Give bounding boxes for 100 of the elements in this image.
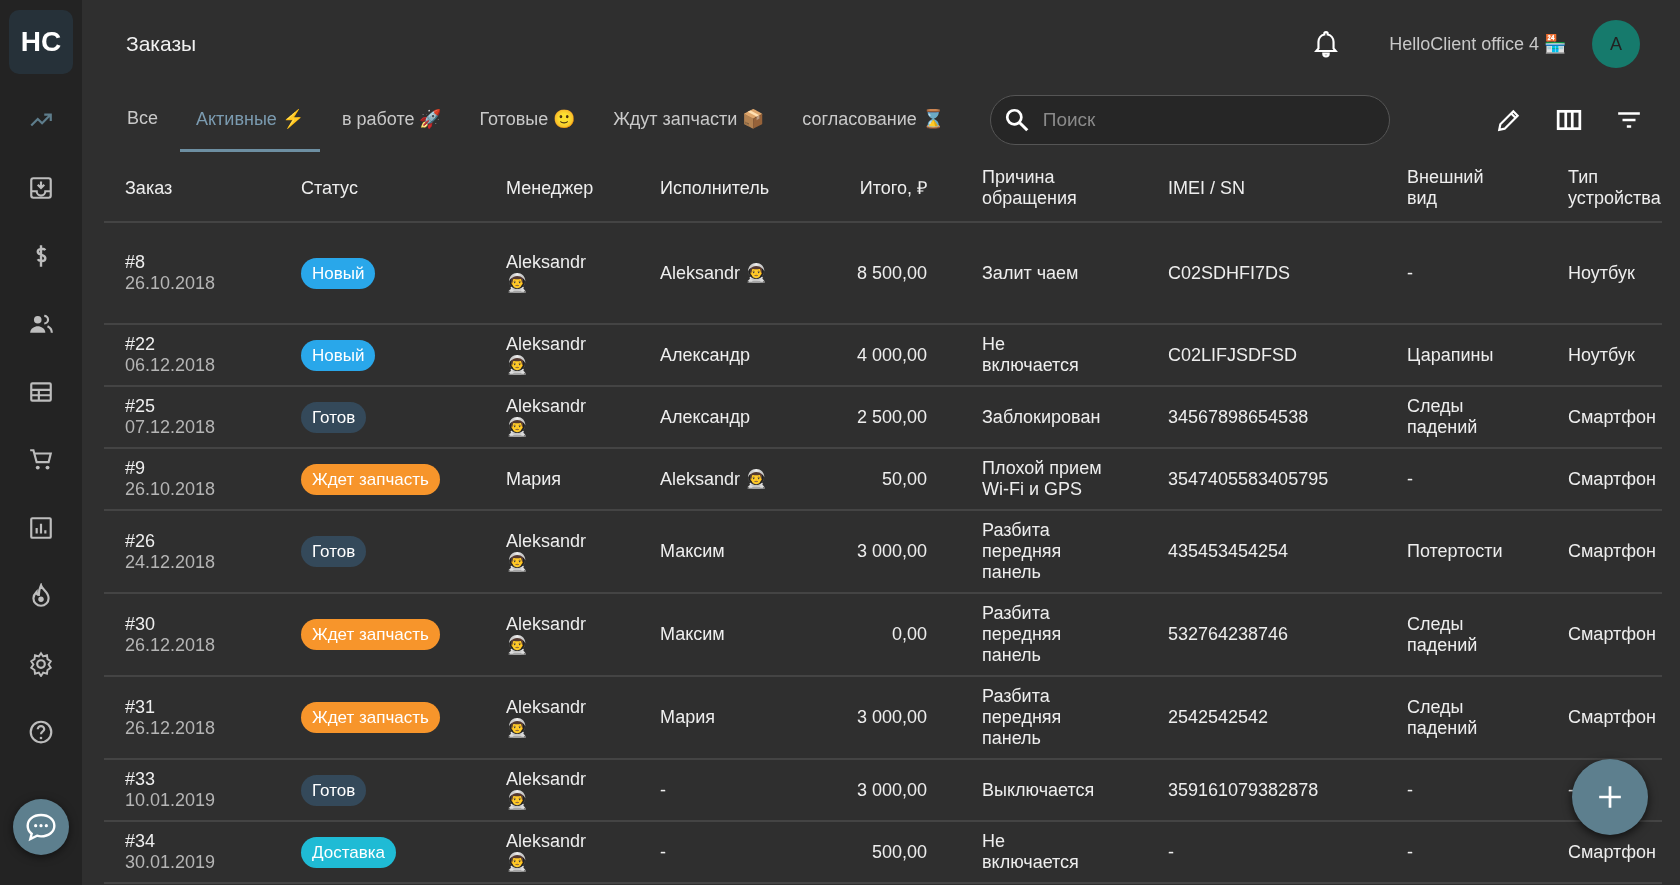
bar-chart-icon[interactable] [28, 515, 54, 541]
order-number: #8 [125, 252, 146, 273]
inbox-icon[interactable] [28, 175, 54, 201]
table-cell: Не включается [982, 334, 1079, 376]
table-cell: Залит чаем [982, 262, 1079, 284]
plus-icon [1597, 784, 1623, 810]
table-cell: Разбита передняя панель [982, 603, 1062, 666]
table-cell: 50,00 [881, 468, 927, 490]
table-cell-text: Aleksandr 👨‍🚀 [506, 769, 588, 811]
table-cell: Мария [660, 707, 716, 728]
app-logo[interactable]: HC [9, 10, 73, 74]
table-cell: C02LIFJSDFSD [1168, 344, 1298, 366]
table-cell: - [660, 779, 666, 801]
table-cell: Следы падений [1407, 613, 1478, 656]
table-cell-text: Aleksandr 👨‍🚀 [506, 613, 588, 656]
table-cell: Смартфон [1568, 707, 1656, 728]
table-cell: Максим [660, 624, 725, 645]
table-icon[interactable] [28, 379, 54, 405]
filter-tab[interactable]: Активные ⚡ [180, 88, 320, 152]
column-header: Заказ [125, 177, 173, 199]
column-header: Внешний вид [1407, 167, 1484, 209]
columns-icon[interactable] [1556, 107, 1582, 133]
help-icon[interactable] [28, 719, 54, 745]
table-cell: 359161079382878 [1168, 779, 1319, 801]
filter-tab[interactable]: Ждут запчасти 📦 [597, 88, 781, 152]
chat-icon [25, 812, 57, 842]
order-date: 26.10.2018 [125, 273, 216, 294]
table-cell: Смартфон [1568, 841, 1656, 863]
table-cell: 8 500,00 [856, 262, 927, 284]
cart-icon[interactable] [28, 447, 54, 473]
order-number: #33 [125, 769, 156, 790]
order-number: #31 [125, 696, 156, 718]
table-cell: Ноутбук [1568, 262, 1635, 284]
order-number: #26 [125, 530, 156, 552]
table-cell: 435453454254 [1168, 541, 1289, 562]
column-header: Статус [301, 177, 358, 199]
table-cell-text: Aleksandr 👨‍🚀 [506, 696, 588, 739]
column-header: Исполнитель [660, 177, 770, 199]
status-badge: Новый [301, 339, 376, 371]
order-date: 07.12.2018 [125, 417, 216, 438]
pencil-icon[interactable] [1496, 107, 1522, 133]
table-cell: Следы падений [1407, 396, 1478, 438]
table-cell: - [1168, 841, 1174, 863]
status-badge: Готов [301, 401, 367, 433]
table-cell: 4 000,00 [856, 344, 927, 366]
table-cell: Выключается [982, 779, 1095, 801]
table-cell: 2 500,00 [856, 406, 927, 428]
table-cell: Aleksandr 👨‍🚀 [660, 468, 768, 490]
order-date: 26.10.2018 [125, 479, 216, 500]
column-header: IMEI / SN [1168, 177, 1245, 199]
table-cell-text: Aleksandr 👨‍🚀 [506, 831, 588, 873]
table-cell: 2542542542 [1168, 707, 1269, 728]
bell-icon[interactable] [1313, 30, 1340, 58]
table-cell: Следы падений [1407, 696, 1478, 739]
table-cell: Не включается [982, 831, 1079, 873]
order-number: #25 [125, 396, 156, 417]
order-number: #30 [125, 613, 156, 635]
table-cell: Смартфон [1568, 468, 1656, 490]
order-date: 30.01.2019 [125, 852, 216, 873]
filter-tab[interactable]: согласование ⌛ [786, 88, 960, 152]
chat-button[interactable] [13, 799, 69, 855]
column-header: Тип устройства [1568, 167, 1661, 209]
order-number: #22 [125, 334, 156, 355]
table-cell: Царапины [1407, 344, 1494, 366]
search-field[interactable]: Поиск [989, 95, 1390, 145]
column-header: Менеджер [506, 177, 594, 199]
status-badge: Доставка [301, 836, 396, 868]
add-button[interactable] [1572, 759, 1648, 835]
table-cell: 3 000,00 [856, 779, 927, 801]
filter-tab[interactable]: в работе 🚀 [325, 88, 458, 152]
table-cell: Александр [660, 344, 751, 366]
table-cell: 3547405583405795 [1168, 468, 1329, 490]
order-date: 24.12.2018 [125, 551, 216, 573]
table-cell-text: Aleksandr 👨‍🚀 [506, 252, 588, 294]
table-cell: - [1407, 468, 1413, 490]
settings-icon[interactable] [28, 651, 54, 677]
filter-tab[interactable]: Все [111, 88, 175, 152]
table-cell: - [1568, 779, 1574, 801]
table-cell: Плохой прием Wi-Fi и GPS [982, 458, 1102, 500]
order-date: 26.12.2018 [125, 634, 216, 656]
table-cell: - [660, 841, 666, 863]
table-cell-text: Aleksandr 👨‍🚀 [506, 530, 588, 573]
order-date: 06.12.2018 [125, 355, 216, 376]
order-date: 10.01.2019 [125, 790, 216, 811]
column-header: Итого, ₽ [859, 177, 927, 199]
table-cell: - [1407, 779, 1413, 801]
table-cell: Мария [506, 468, 562, 490]
table-cell-text: Aleksandr 👨‍🚀 [506, 396, 588, 438]
table-cell: - [1407, 262, 1413, 284]
office-name[interactable]: HelloClient office 4 🏪 [1389, 33, 1566, 55]
table-cell: Разбита передняя панель [982, 520, 1062, 583]
table-cell: Разбита передняя панель [982, 686, 1062, 749]
order-number: #9 [125, 458, 146, 479]
status-badge: Ждет запчасть [301, 463, 440, 495]
table-cell: C02SDHFI7DS [1168, 262, 1291, 284]
table-cell-text: Aleksandr 👨‍🚀 [506, 334, 588, 376]
table-cell: - [1407, 841, 1413, 863]
table-cell: 0,00 [891, 624, 927, 645]
filter-tab[interactable]: Готовые 🙂 [463, 88, 592, 152]
table-cell: 3 000,00 [856, 707, 927, 728]
